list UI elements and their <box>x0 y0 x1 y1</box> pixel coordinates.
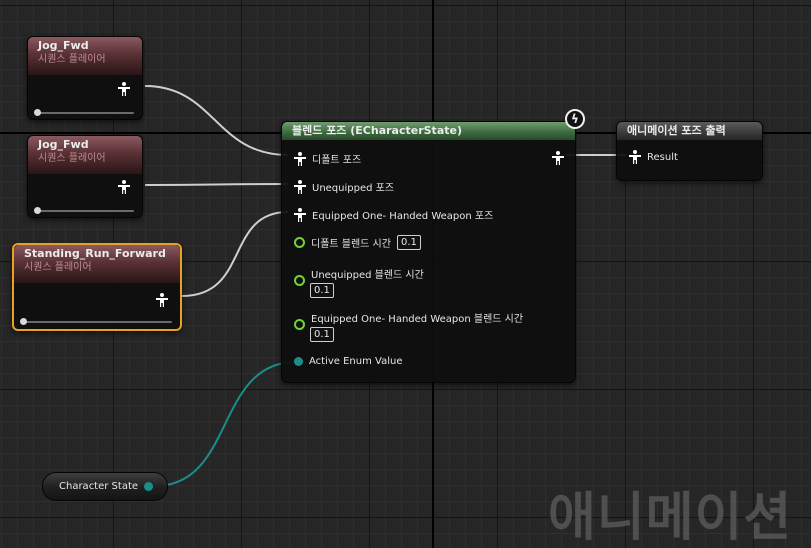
pin-label: Result <box>647 151 678 163</box>
playback-scrub-bar[interactable] <box>34 207 134 214</box>
output-pose-node[interactable]: 애니메이션 포즈 출력 Result <box>616 121 763 181</box>
default-pose-pin[interactable]: 디폴트 포즈 <box>294 151 361 166</box>
pose-pin-icon <box>294 151 306 166</box>
blend-time-value-field[interactable]: 0.1 <box>396 235 421 250</box>
node-header: Standing_Run_Forward 시퀀스 플레이어 <box>14 245 180 283</box>
pose-output-pin-icon[interactable] <box>156 293 168 307</box>
node-title: Jog_Fwd <box>38 39 89 52</box>
pose-pin-icon <box>294 207 306 222</box>
float-pin-icon[interactable] <box>294 319 305 330</box>
float-pin-icon[interactable] <box>294 237 305 248</box>
enum-output-pin-icon[interactable] <box>144 482 153 491</box>
blend-poses-node[interactable]: 블렌드 포즈 (ECharacterState) 디폴트 포즈 Unequipp… <box>281 121 576 383</box>
blend-time-value-field[interactable]: 0.1 <box>310 327 334 342</box>
variable-label: Character State <box>59 481 139 492</box>
node-subtitle: 시퀀스 플레이어 <box>38 54 106 65</box>
pose-output-pin-icon[interactable] <box>118 180 130 194</box>
pin-label: 디폴트 블렌드 시간 <box>311 239 391 250</box>
default-blend-time-pin[interactable]: 디폴트 블렌드 시간 0.1 <box>294 235 421 250</box>
pin-label: 디폴트 포즈 <box>312 155 362 166</box>
wire-seq1-to-default-pose <box>144 85 289 156</box>
node-title: Standing_Run_Forward <box>24 247 166 260</box>
active-enum-value-pin[interactable]: Active Enum Value <box>294 356 403 367</box>
equipped-one-handed-blend-time-pin[interactable]: Equipped One- Handed Weapon 블렌드 시간 0.1 <box>294 310 523 342</box>
node-title: Jog_Fwd <box>38 138 89 151</box>
result-pose-pin[interactable]: Result <box>629 150 678 164</box>
pose-pin-icon <box>294 179 306 194</box>
playback-scrub-bar[interactable] <box>34 109 134 116</box>
wire-character-state-to-enum <box>154 361 297 487</box>
node-subtitle: 시퀀스 플레이어 <box>24 262 92 273</box>
unequipped-pose-pin[interactable]: Unequipped 포즈 <box>294 179 394 194</box>
blend-time-value-field[interactable]: 0.1 <box>310 283 334 298</box>
pin-label: Active Enum Value <box>309 356 403 367</box>
node-header: Jog_Fwd 시퀀스 플레이어 <box>28 37 142 75</box>
sequence-player-node-jog-fwd-2[interactable]: Jog_Fwd 시퀀스 플레이어 <box>27 135 143 218</box>
enum-pin-icon[interactable] <box>294 357 303 366</box>
pin-label: Unequipped 포즈 <box>312 183 395 194</box>
scrub-handle[interactable] <box>34 109 41 116</box>
scrub-handle[interactable] <box>20 318 27 325</box>
pin-label: Equipped One- Handed Weapon 블렌드 시간 <box>311 314 524 325</box>
playback-scrub-bar[interactable] <box>20 318 172 325</box>
character-state-variable-node[interactable]: Character State <box>42 472 168 501</box>
pin-label: Equipped One- Handed Weapon 포즈 <box>312 211 494 222</box>
scrub-handle[interactable] <box>34 207 41 214</box>
node-subtitle: 시퀀스 플레이어 <box>38 153 106 164</box>
sequence-player-node-jog-fwd-1[interactable]: Jog_Fwd 시퀀스 플레이어 <box>27 36 143 120</box>
unequipped-blend-time-pin[interactable]: Unequipped 블렌드 시간 0.1 <box>294 266 424 298</box>
pose-output-pin-icon[interactable] <box>118 82 130 96</box>
float-pin-icon[interactable] <box>294 275 305 286</box>
equipped-one-handed-pose-pin[interactable]: Equipped One- Handed Weapon 포즈 <box>294 207 493 222</box>
wire-seq2-to-unequipped-pose <box>144 183 289 186</box>
blend-output-pose-pin-icon[interactable] <box>552 151 564 165</box>
pose-pin-icon <box>629 150 641 164</box>
pin-label: Unequipped 블렌드 시간 <box>311 270 424 281</box>
output-node-title: 애니메이션 포즈 출력 <box>617 122 762 140</box>
blend-node-title: 블렌드 포즈 (ECharacterState) <box>282 122 575 140</box>
lightning-icon: ϟ <box>565 109 585 129</box>
sequence-player-node-standing-run-forward[interactable]: Standing_Run_Forward 시퀀스 플레이어 <box>12 243 182 331</box>
node-header: Jog_Fwd 시퀀스 플레이어 <box>28 136 142 174</box>
graph-type-watermark: 애니메이션 <box>548 488 793 548</box>
wire-seq3-to-equipped-pose <box>181 211 289 297</box>
